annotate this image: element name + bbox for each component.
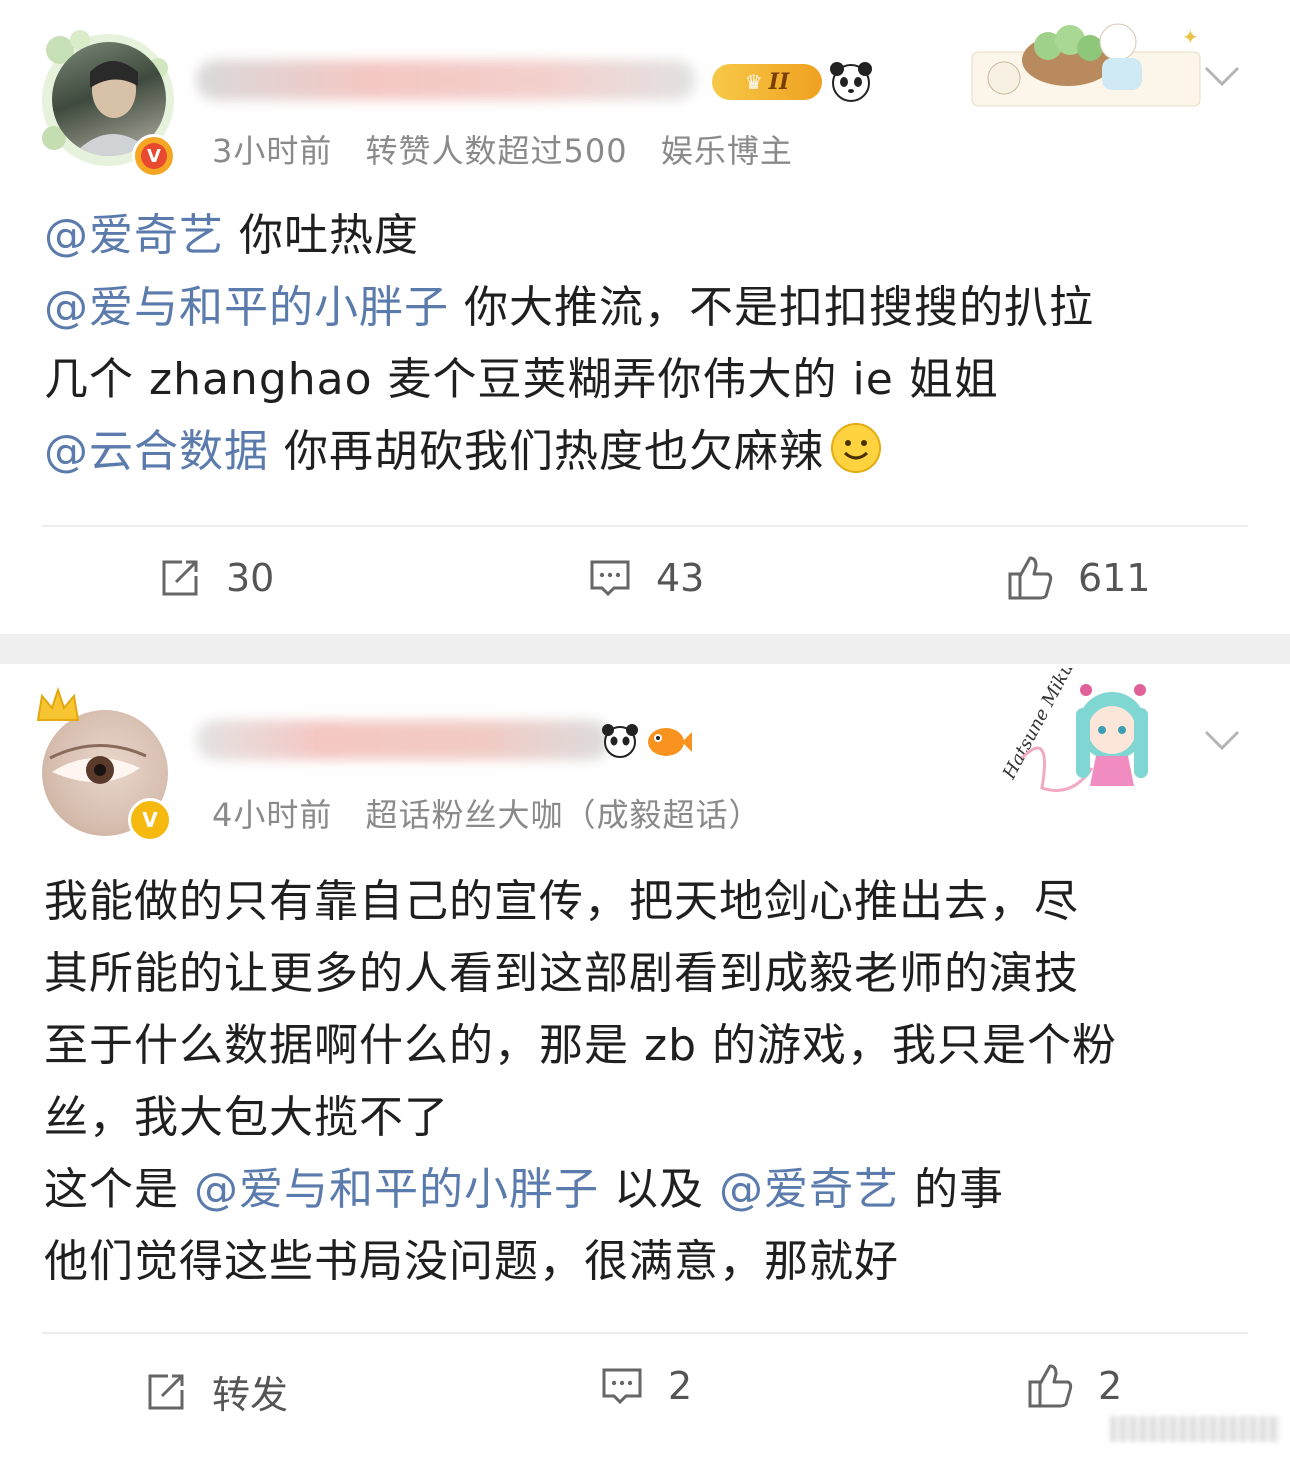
chevron-down-icon[interactable] [1202,56,1242,96]
content-text: 你吐热度 [224,210,419,261]
like-icon [1008,556,1053,600]
post-content: @爱奇艺 你吐热度 @爱与和平的小胖子 你大推流，不是扣扣搜搜的扒拉 几个 zh… [44,200,1094,496]
username-blurred[interactable] [196,720,610,760]
content-text: 的事 [898,1164,1004,1215]
crown-icon [36,686,80,721]
feed-separator [0,634,1290,664]
mention-link[interactable]: @爱奇艺 [44,210,224,261]
repost-button[interactable]: 30 [158,556,274,600]
content-text: 以及 [599,1164,719,1215]
like-button[interactable]: 2 [1026,1362,1122,1410]
avatar-frame[interactable]: V [36,686,178,842]
panda-icon [602,724,638,758]
content-line: @爱与和平的小胖子 你大推流，不是扣扣搜搜的扒拉 [44,272,1094,344]
post-stat-info: 超话粉丝大咖（成毅超话） [365,796,762,834]
content-text: 几个 zhanghao 麦个豆荚糊弄你伟大的 ie 姐姐 [44,354,999,405]
comment-count: 2 [668,1364,693,1408]
comment-icon [602,1368,642,1405]
content-text: 这个是 [44,1164,194,1215]
post-time: 4小时前 [212,796,333,834]
content-line: 至于什么数据啊什么的，那是 zb 的游戏，我只是个粉 [44,1020,1117,1071]
repost-label: 转发 [212,1373,289,1417]
content-line: 其所能的让更多的人看到这部剧看到成毅老师的演技 [44,948,1079,999]
like-icon [1028,1364,1073,1408]
smile-emoji-icon [830,422,882,496]
like-button[interactable]: 611 [1006,554,1151,602]
content-line: @云合数据 你再胡砍我们热度也欠麻辣 [44,416,1094,496]
content-text: 你大推流，不是扣扣搜搜的扒拉 [449,282,1094,333]
mention-link[interactable]: @爱奇艺 [719,1164,899,1215]
comment-count: 43 [656,556,705,600]
svg-text:✦: ✦ [1182,25,1199,49]
content-line: @爱奇艺 你吐热度 [44,200,1094,272]
post-stat-info: 转赞人数超过500 [365,132,628,170]
mention-link[interactable]: @爱与和平的小胖子 [44,282,449,333]
content-line: 他们觉得这些书局没问题，很满意，那就好 [44,1236,899,1287]
content-line: 丝，我大包大揽不了 [44,1092,449,1143]
post-meta: 3小时前 转赞人数超过500 娱乐博主 [212,126,815,172]
post-time: 3小时前 [212,132,333,170]
verified-badge-icon: V [128,798,172,842]
watermark-blurred [1110,1416,1280,1442]
content-text: 你再胡砍我们热度也欠麻辣 [269,426,824,477]
repost-icon [148,1374,184,1409]
crown-icon: ♛ [744,70,763,94]
mention-link[interactable]: @爱与和平的小胖子 [194,1164,599,1215]
card-decoration-illustration: Hatsune Miku [998,668,1148,792]
feed-card-1: V ♛ II 3小时前 转赞人数超过500 娱乐博主 ✦ @爱奇艺 你吐热度 @… [0,0,1290,634]
repost-count: 30 [226,556,275,600]
sticker-signature-text: Hatsune Miku [998,668,1078,783]
username-blurred[interactable] [196,60,696,100]
content-line: 我能做的只有靠自己的宣传，把天地剑心推出去，尽 [44,876,1079,927]
feed-card-2: V 4小时前 超话粉丝大咖（成毅超话） Hatsune Miku 我能做的只有靠… [0,664,1290,1454]
author-tag: 娱乐博主 [660,132,793,170]
post-content: 我能做的只有靠自己的宣传，把天地剑心推出去，尽 其所能的让更多的人看到这部剧看到… [44,866,1117,1298]
comment-button[interactable]: 2 [600,1364,692,1408]
content-line: 这个是 @爱与和平的小胖子 以及 @爱奇艺 的事 [44,1154,1117,1226]
comment-button[interactable]: 43 [588,556,704,600]
like-count: 2 [1098,1364,1123,1408]
comment-icon [590,560,630,597]
chevron-down-icon[interactable] [1202,720,1242,760]
avatar-frame[interactable]: V [38,28,178,178]
divider [42,1332,1248,1334]
level-badge: ♛ II [712,64,822,100]
like-count: 611 [1078,556,1151,600]
divider [42,525,1248,527]
repost-icon [162,560,198,596]
post-meta: 4小时前 超话粉丝大咖（成毅超话） [212,790,784,836]
repost-button[interactable]: 转发 [144,1364,288,1419]
verified-badge-icon: V [132,134,176,178]
content-line: 几个 zhanghao 麦个豆荚糊弄你伟大的 ie 姐姐 [44,344,1094,416]
level-badge-text: II [768,69,790,95]
fish-badge-icon [648,728,692,756]
card-decoration-illustration: ✦ [971,23,1201,107]
panda-icon [830,62,872,102]
mention-link[interactable]: @云合数据 [44,426,269,477]
